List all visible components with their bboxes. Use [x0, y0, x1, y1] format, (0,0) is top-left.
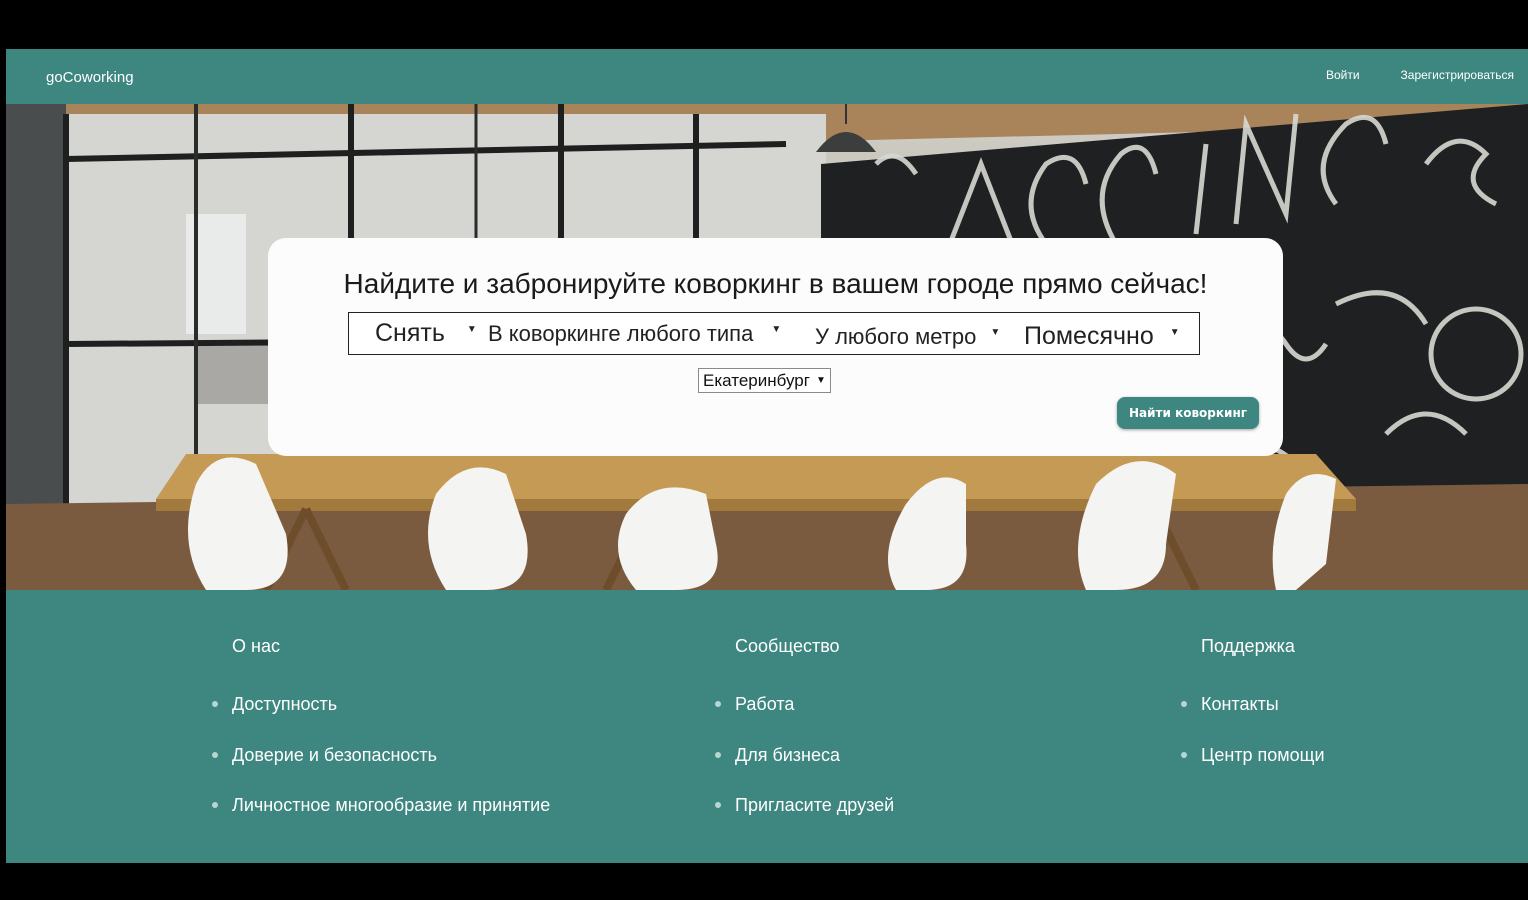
brand-logo[interactable]: goCoworking — [46, 69, 134, 86]
city-select[interactable]: Екатеринбург ▼ — [698, 368, 831, 393]
metro-select[interactable]: У любого метро ▼ — [815, 316, 1000, 357]
caret-down-icon: ▼ — [990, 327, 1001, 338]
footer-link-invite-friends[interactable]: Пригласите друзей — [714, 795, 894, 846]
footer-link-contacts[interactable]: Контакты — [1181, 694, 1325, 745]
type-select-value: В коворкинге любого типа — [488, 320, 754, 346]
register-link[interactable]: Зарегистрироваться — [1401, 68, 1514, 82]
login-link[interactable]: Войти — [1326, 68, 1360, 82]
footer-link-trust-safety[interactable]: Доверие и безопасность — [211, 745, 550, 796]
hero-section: Найдите и забронируйте коворкинг в вашем… — [6, 104, 1528, 590]
find-coworking-button[interactable]: Найти коворкинг — [1117, 397, 1259, 429]
action-select-value: Снять — [375, 319, 445, 347]
footer-list-about: Доступность Доверие и безопасность Лично… — [211, 694, 550, 846]
metro-select-value: У любого метро — [815, 323, 977, 349]
footer-link-business[interactable]: Для бизнеса — [714, 745, 894, 796]
footer-link-jobs[interactable]: Работа — [714, 694, 894, 745]
navbar: goCoworking Войти Зарегистрироваться — [6, 49, 1528, 104]
footer-link-help-center[interactable]: Центр помощи — [1181, 745, 1325, 796]
type-select[interactable]: В коворкинге любого типа ▼ — [488, 313, 781, 354]
browser-viewport: goCoworking Войти Зарегистрироваться Най… — [6, 49, 1528, 863]
action-select[interactable]: Снять ▼ — [375, 313, 477, 354]
footer-heading-support: Поддержка — [1201, 636, 1295, 656]
caret-down-icon: ▼ — [815, 375, 826, 386]
search-filter-row: Снять ▼ В коворкинге любого типа ▼ У люб… — [348, 312, 1200, 355]
footer-heading-about: О нас — [232, 636, 280, 656]
caret-down-icon: ▼ — [466, 324, 477, 335]
caret-down-icon: ▼ — [771, 324, 782, 335]
footer-link-accessibility[interactable]: Доступность — [211, 694, 550, 745]
footer-list-community: Работа Для бизнеса Пригласите друзей — [714, 694, 894, 846]
period-select[interactable]: Помесячно ▼ — [1024, 316, 1180, 357]
page-title: Найдите и забронируйте коворкинг в вашем… — [343, 268, 1208, 299]
city-select-value: Екатеринбург — [703, 370, 810, 390]
footer: О нас Доступность Доверие и безопасность… — [6, 590, 1528, 863]
footer-link-diversity[interactable]: Личностное многообразие и принятие — [211, 795, 550, 846]
nav-links: Войти Зарегистрироваться — [1326, 68, 1514, 82]
search-card: Найдите и забронируйте коворкинг в вашем… — [268, 238, 1283, 456]
footer-list-support: Контакты Центр помощи — [1181, 694, 1325, 796]
caret-down-icon: ▼ — [1169, 327, 1180, 338]
footer-heading-community: Сообщество — [735, 636, 840, 656]
period-select-value: Помесячно — [1024, 322, 1154, 350]
